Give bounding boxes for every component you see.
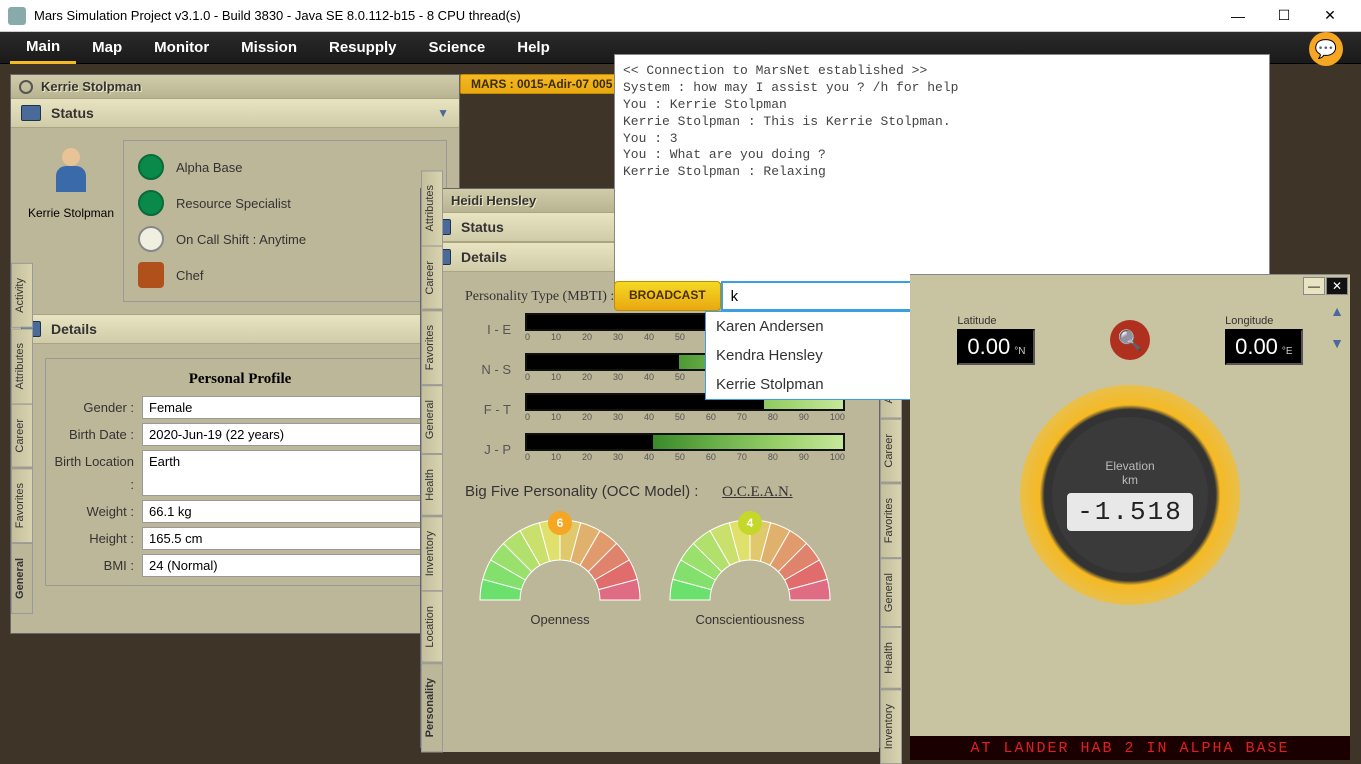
profile-card: Personal Profile Gender :Female Birth Da… (45, 358, 435, 586)
menu-resupply[interactable]: Resupply (313, 33, 413, 62)
section-icon (21, 105, 41, 121)
tab3-health[interactable]: Health (880, 627, 902, 689)
collapse-icon[interactable]: ▼ (437, 106, 449, 120)
gauge-conscientiousness: 4 Conscientiousness (665, 515, 835, 627)
chat-log: << Connection to MarsNet established >> … (615, 55, 1269, 281)
tab-personality[interactable]: Personality (421, 663, 443, 752)
ocean-title: Big Five Personality (OCC Model) : (465, 483, 698, 500)
gauge-score: 6 (548, 511, 572, 535)
broadcast-button[interactable]: BROADCAST (614, 281, 721, 311)
base-value: Alpha Base (176, 160, 243, 175)
mbti-axis-label: I - E (465, 322, 525, 337)
gauge-label: Conscientiousness (665, 612, 835, 627)
navigator-window: — ✕ ▲ ▼ Latitude 0.00°N 🔍 Longitude 0.00… (910, 274, 1350, 760)
tab3-general[interactable]: General (880, 558, 902, 627)
profile-title: Personal Profile (52, 365, 428, 394)
elev-label: Elevation (1105, 459, 1154, 473)
role-icon (138, 190, 164, 216)
tab-attributes[interactable]: Attributes (11, 328, 33, 404)
briefcase-icon (138, 262, 164, 288)
menu-main[interactable]: Main (10, 32, 76, 64)
gender-value: Female (142, 396, 428, 419)
nav-minimize-button[interactable]: — (1303, 277, 1325, 295)
globe-search-icon[interactable]: 🔍 (1110, 320, 1150, 360)
person1-tabs: General Favorites Career Attributes Acti… (11, 344, 33, 614)
tab-health[interactable]: Health (421, 454, 443, 516)
details-header[interactable]: Details (11, 314, 459, 344)
elev-value: -1.518 (1067, 493, 1193, 531)
shift-value: On Call Shift : Anytime (176, 232, 306, 247)
menu-map[interactable]: Map (76, 33, 138, 62)
tab3-favorites[interactable]: Favorites (880, 483, 902, 558)
maximize-button[interactable]: ☐ (1261, 1, 1307, 31)
birthdate-value: 2020-Jun-19 (22 years) (142, 423, 428, 446)
title-bar: Mars Simulation Project v3.1.0 - Build 3… (0, 0, 1361, 32)
close-button[interactable]: ✕ (1307, 1, 1353, 31)
role-value: Resource Specialist (176, 196, 291, 211)
person1-titlebar[interactable]: Kerrie Stolpman (11, 75, 459, 98)
tab-career[interactable]: Career (11, 404, 33, 468)
status-body: Kerrie Stolpman Alpha Base Resource Spec… (11, 128, 459, 314)
tab-favorites[interactable]: Favorites (11, 468, 33, 543)
menu-mission[interactable]: Mission (225, 33, 313, 62)
nav-up-icon[interactable]: ▲ (1330, 303, 1344, 319)
tab-attributes2[interactable]: Attributes (421, 170, 443, 246)
mbti-title: Personality Type (MBTI) : (465, 289, 614, 304)
avatar-label: Kerrie Stolpman (21, 206, 121, 220)
lat-label: Latitude (957, 315, 1035, 327)
tab-general2[interactable]: General (421, 385, 443, 454)
mbti-bar: 0102030405060708090100 (525, 433, 845, 465)
elev-unit: km (1122, 473, 1138, 487)
clock-icon (138, 226, 164, 252)
tab-location[interactable]: Location (421, 591, 443, 663)
person2-tabs: Personality Location Inventory Health Ge… (421, 272, 443, 752)
mars-date-bar: MARS : 0015-Adir-07 005 (460, 74, 623, 94)
tab-activity[interactable]: Activity (11, 263, 33, 328)
status-header[interactable]: Status ▼ (11, 98, 459, 128)
mbti-axis-label: F - T (465, 402, 525, 417)
avatar-icon (52, 148, 90, 196)
tab-career2[interactable]: Career (421, 246, 443, 310)
bmi-value: 24 (Normal) (142, 554, 428, 577)
chat-pane: << Connection to MarsNet established >> … (614, 54, 1270, 284)
ocean-label: O.C.E.A.N. (722, 484, 792, 501)
window-title: Mars Simulation Project v3.1.0 - Build 3… (34, 8, 1215, 23)
chat-icon[interactable]: 💬 (1309, 32, 1343, 66)
height-value: 165.5 cm (142, 527, 428, 550)
job-value: Chef (176, 268, 203, 283)
nav-close-button[interactable]: ✕ (1326, 277, 1348, 295)
gauge-label: Openness (475, 612, 645, 627)
tab-inventory[interactable]: Inventory (421, 516, 443, 591)
tab3-inventory[interactable]: Inventory (880, 689, 902, 764)
base-icon (138, 154, 164, 180)
tab-general[interactable]: General (11, 543, 33, 614)
radio-icon (19, 80, 33, 94)
minimize-button[interactable]: — (1215, 1, 1261, 31)
person-window-kerrie: Kerrie Stolpman Status ▼ Kerrie Stolpman… (10, 74, 460, 634)
person1-name: Kerrie Stolpman (41, 79, 141, 94)
gauge-score: 4 (738, 511, 762, 535)
mbti-axis-label: N - S (465, 362, 525, 377)
weight-value: 66.1 kg (142, 500, 428, 523)
nav-down-icon[interactable]: ▼ (1330, 335, 1344, 351)
menu-monitor[interactable]: Monitor (138, 33, 225, 62)
menu-help[interactable]: Help (501, 33, 566, 62)
tab-favorites2[interactable]: Favorites (421, 310, 443, 385)
elevation-dial: Elevation km -1.518 (1020, 385, 1240, 605)
lon-display: 0.00°E (1225, 329, 1303, 365)
mbti-axis-label: J - P (465, 442, 525, 457)
location-ticker: AT LANDER HAB 2 IN ALPHA BASE (910, 736, 1350, 760)
person2-name: Heidi Hensley (451, 193, 536, 208)
tab3-career[interactable]: Career (880, 419, 902, 483)
menu-science[interactable]: Science (413, 33, 502, 62)
app-icon (8, 7, 26, 25)
lat-display: 0.00°N (957, 329, 1035, 365)
birthloc-value: Earth (142, 450, 428, 496)
lon-label: Longitude (1225, 315, 1303, 327)
gauge-openness: 6 Openness (475, 515, 645, 627)
